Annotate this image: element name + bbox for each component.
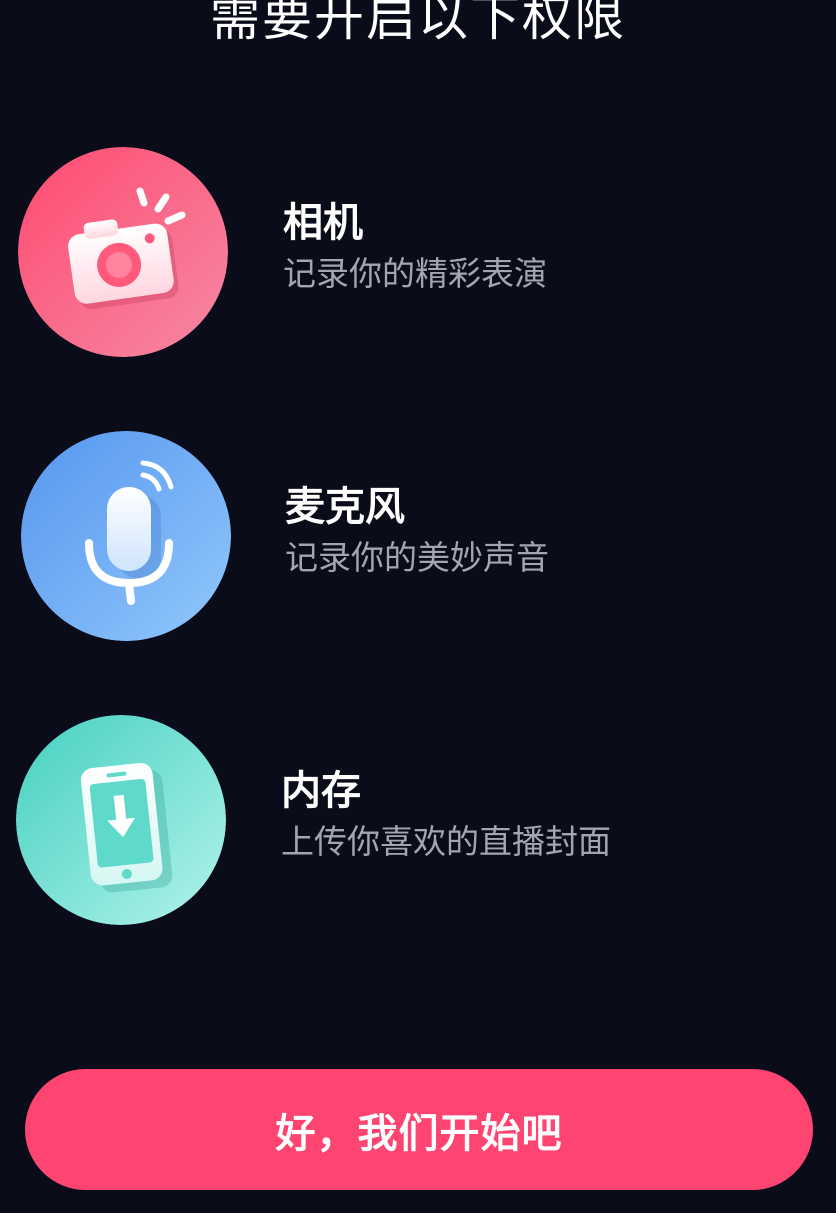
permission-description: 上传你喜欢的直播封面: [281, 822, 611, 861]
permission-title: 内存: [281, 768, 361, 814]
confirm-button[interactable]: 好，我们开始吧: [25, 1069, 813, 1190]
permission-microphone: 麦克风 记录你的美妙声音: [0, 431, 836, 641]
storage-circle: [16, 715, 226, 925]
phone-download-icon: [16, 715, 226, 925]
permission-camera: 相机 记录你的精彩表演: [0, 147, 836, 357]
permission-storage: 内存 上传你喜欢的直播封面: [0, 715, 836, 925]
permission-description: 记录你的美妙声音: [285, 538, 549, 577]
permission-title: 麦克风: [285, 484, 405, 530]
storage-text: 内存 上传你喜欢的直播封面: [281, 765, 611, 865]
page-title: 需要开启以下权限: [210, 0, 626, 47]
microphone-circle: [21, 431, 231, 641]
microphone-icon: [21, 431, 231, 641]
microphone-text: 麦克风 记录你的美妙声音: [285, 481, 549, 581]
camera-icon: [18, 147, 228, 357]
permission-description: 记录你的精彩表演: [283, 254, 547, 293]
camera-text: 相机 记录你的精彩表演: [283, 197, 547, 297]
camera-circle: [18, 147, 228, 357]
permission-title: 相机: [283, 200, 363, 246]
